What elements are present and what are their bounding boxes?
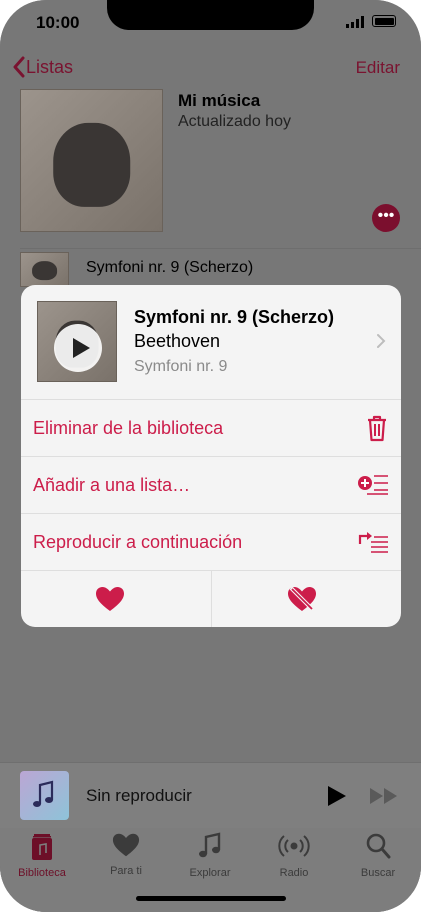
- heart-icon: [96, 587, 124, 611]
- notch: [107, 0, 314, 30]
- tab-biblioteca[interactable]: Biblioteca: [2, 832, 82, 879]
- love-button[interactable]: [21, 571, 211, 627]
- trash-icon: [368, 415, 386, 442]
- mini-player-status: Sin reproducir: [86, 786, 192, 805]
- heart-slash-icon: [288, 586, 316, 612]
- tab-para-ti[interactable]: Para ti: [86, 832, 166, 877]
- mini-player-artwork: [20, 771, 69, 820]
- battery-icon: [372, 15, 396, 27]
- back-label: Listas: [26, 56, 74, 77]
- song-row-artwork: [20, 252, 69, 287]
- radio-icon: [278, 835, 310, 857]
- playlist-subtitle: Actualizado hoy: [178, 113, 291, 130]
- cellular-signal-icon: [346, 16, 364, 28]
- music-note-icon: [33, 780, 54, 807]
- remove-from-library-button[interactable]: Eliminar de la biblioteca: [21, 399, 401, 456]
- portrait-illustration: [52, 122, 131, 208]
- heart-icon: [112, 833, 140, 857]
- song-row-title[interactable]: Symfoni nr. 9 (Scherzo): [86, 259, 253, 277]
- navigation-bar: Listas Editar: [0, 52, 421, 84]
- chevron-right-icon: [377, 334, 386, 348]
- tab-bar: Biblioteca Para ti Explorar Radio Buscar: [0, 828, 421, 912]
- song-title: Symfoni nr. 9 (Scherzo): [134, 307, 335, 327]
- status-time: 10:00: [36, 13, 80, 32]
- playlist-title: Mi música: [178, 91, 261, 110]
- tab-explorar[interactable]: Explorar: [170, 832, 250, 879]
- playlist-artwork[interactable]: [20, 89, 163, 232]
- song-artist: Beethoven: [134, 331, 221, 351]
- song-artwork: [37, 301, 117, 382]
- rating-row: [21, 570, 401, 627]
- mini-player[interactable]: Sin reproducir: [0, 762, 421, 829]
- play-icon[interactable]: [54, 324, 102, 372]
- tab-label: Explorar: [189, 867, 231, 879]
- tab-radio[interactable]: Radio: [254, 832, 334, 879]
- action-label: Añadir a una lista…: [33, 475, 191, 495]
- status-bar: 10:00: [0, 0, 421, 44]
- phone-screen: 10:00 Listas Editar Mi música Actualizad…: [0, 0, 421, 912]
- action-label: Reproducir a continuación: [33, 532, 243, 552]
- portrait-illustration: [31, 260, 58, 281]
- tab-label: Para ti: [110, 865, 142, 877]
- play-next-button[interactable]: Reproducir a continuación: [21, 513, 401, 570]
- tab-label: Radio: [279, 867, 309, 879]
- add-to-list-icon: [358, 475, 388, 495]
- dislike-button[interactable]: [211, 571, 401, 627]
- tab-label: Biblioteca: [18, 867, 66, 879]
- play-button[interactable]: [326, 784, 348, 808]
- search-icon: [366, 833, 391, 859]
- add-to-playlist-button[interactable]: Añadir a una lista…: [21, 456, 401, 513]
- fast-forward-icon[interactable]: [369, 786, 399, 806]
- song-header[interactable]: Symfoni nr. 9 (Scherzo) Beethoven Symfon…: [21, 285, 401, 399]
- context-menu-card: Symfoni nr. 9 (Scherzo) Beethoven Symfon…: [21, 285, 401, 627]
- list-divider: [20, 248, 421, 249]
- home-indicator: [136, 896, 286, 901]
- music-note-icon: [199, 832, 221, 858]
- play-next-icon: [358, 532, 388, 553]
- edit-button[interactable]: Editar: [356, 58, 400, 78]
- back-button[interactable]: Listas: [12, 56, 73, 78]
- tab-label: Buscar: [360, 867, 396, 879]
- action-label: Eliminar de la biblioteca: [33, 418, 224, 438]
- library-icon: [32, 834, 52, 860]
- chevron-left-icon: [13, 56, 25, 78]
- more-options-button[interactable]: •••: [372, 204, 400, 232]
- song-album: Symfoni nr. 9: [134, 358, 228, 375]
- tab-buscar[interactable]: Buscar: [338, 832, 418, 879]
